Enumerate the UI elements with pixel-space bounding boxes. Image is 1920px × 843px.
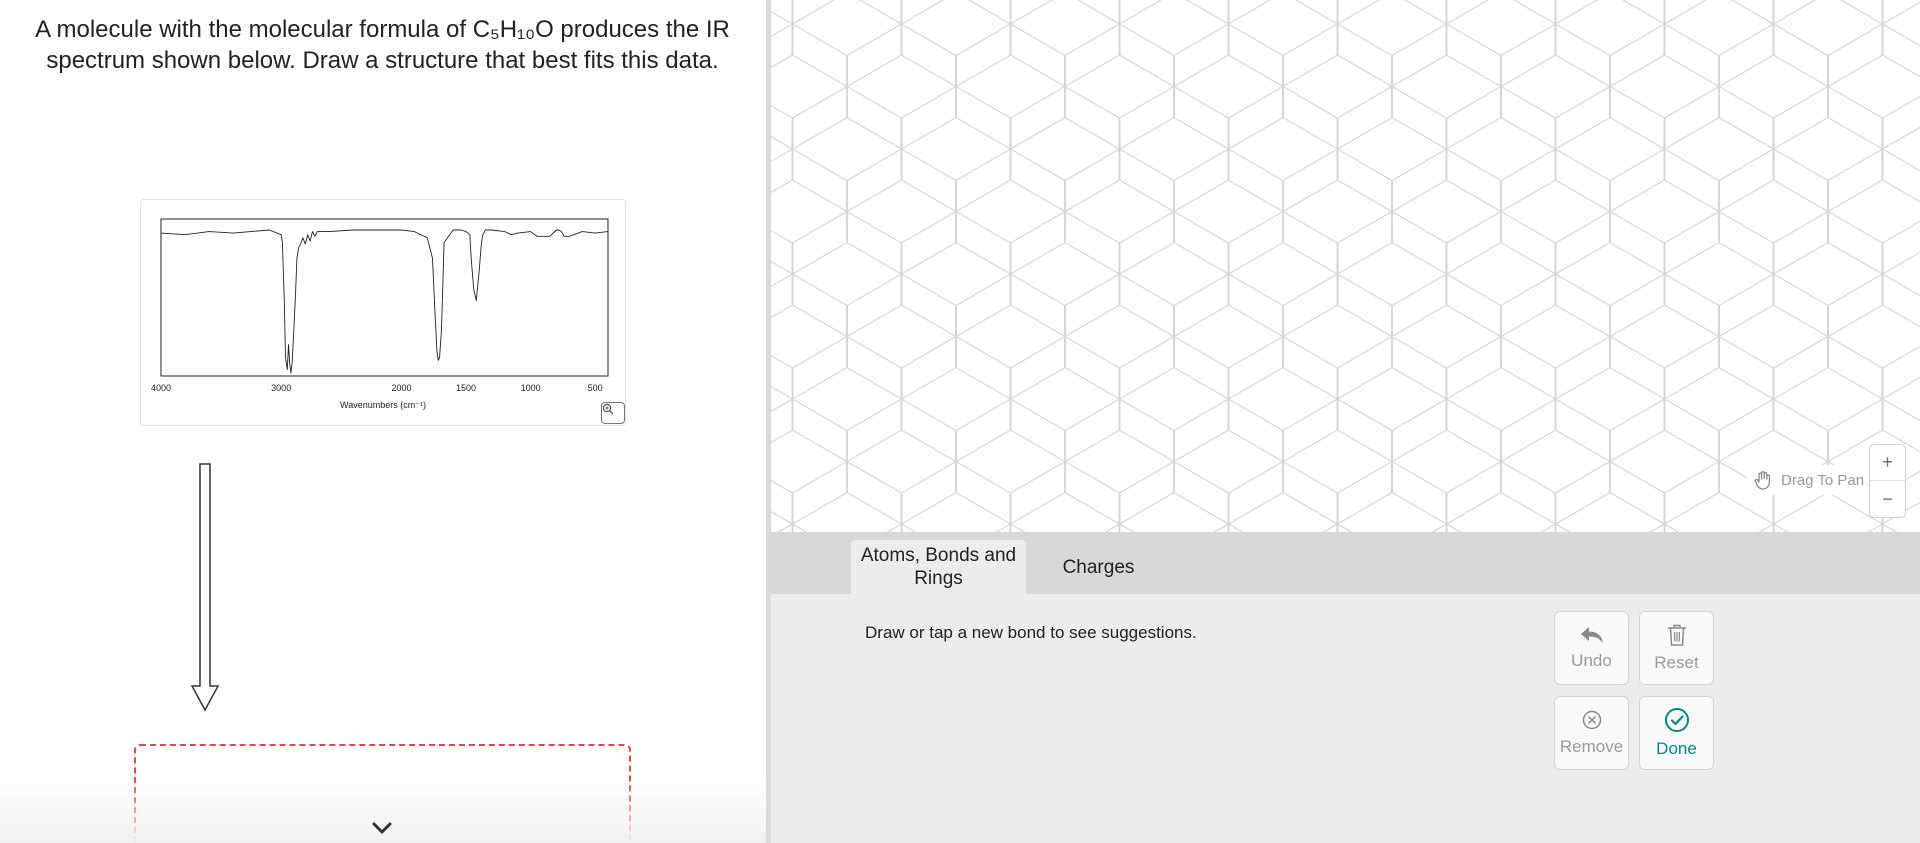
x-tick-label: 1500 xyxy=(456,383,476,393)
undo-label: Undo xyxy=(1571,651,1612,670)
x-tick-label: 3000 xyxy=(271,383,291,393)
tool-tabs: Atoms, Bonds and Rings Charges xyxy=(771,532,1920,594)
done-label: Done xyxy=(1656,739,1697,758)
grid-hexagon xyxy=(1882,345,1920,453)
grid-hexagon xyxy=(771,148,848,275)
drag-to-pan-label: Drag To Pan xyxy=(1781,471,1865,489)
x-tick-label: 4000 xyxy=(151,383,171,393)
remove-icon xyxy=(1582,710,1601,730)
canvas-zoom-controls: + − xyxy=(1869,444,1906,518)
grid-hexagon xyxy=(771,354,793,444)
grid-hexagon xyxy=(771,104,793,194)
down-arrow-icon xyxy=(190,463,220,712)
grid-hexagon xyxy=(1827,273,1920,400)
question-panel: A molecule with the molecular formula of… xyxy=(0,0,766,843)
grid-hexagon xyxy=(777,523,808,532)
drawing-tool-panel: Drag To Pan + − Atoms, Bonds and Rings C… xyxy=(771,0,1920,843)
grid-hexagon xyxy=(1827,148,1920,275)
undo-button[interactable]: Undo xyxy=(1554,611,1629,685)
zoom-out-button[interactable]: − xyxy=(1870,481,1905,517)
plot-frame xyxy=(160,218,609,377)
hand-icon xyxy=(1754,471,1771,490)
done-button[interactable]: Done xyxy=(1639,696,1714,770)
suggestion-message: Draw or tap a new bond to see suggestion… xyxy=(865,623,1197,642)
grid-hexagon xyxy=(1867,523,1898,532)
question-text: A molecule with the molecular formula of… xyxy=(35,16,730,74)
reset-label: Reset xyxy=(1654,653,1699,672)
x-axis-label: Wavenumbers (cm⁻¹) xyxy=(340,400,426,410)
x-tick-label: 1000 xyxy=(521,383,541,393)
trash-icon xyxy=(1667,624,1686,646)
tab-charges[interactable]: Charges xyxy=(1026,540,1171,594)
drawing-canvas[interactable]: Drag To Pan + − xyxy=(771,0,1920,532)
grid-hexagon xyxy=(1882,220,1920,328)
zoom-spectrum-button[interactable] xyxy=(601,402,625,424)
hexagon-grid xyxy=(771,0,1920,532)
undo-icon xyxy=(1580,627,1603,643)
grid-hexagon xyxy=(1882,95,1920,203)
x-tick-label: 2000 xyxy=(391,383,411,393)
check-circle-icon xyxy=(1664,708,1689,732)
chevron-down-icon[interactable] xyxy=(368,818,396,838)
grid-hexagon xyxy=(771,273,848,400)
reset-button[interactable]: Reset xyxy=(1639,611,1714,685)
ir-spectrum-card: 4000 3000 2000 1500 1000 500 Wavenumbers (cm⁻… xyxy=(140,199,626,426)
zoom-in-button[interactable]: + xyxy=(1870,445,1905,481)
zoom-in-icon xyxy=(602,403,614,415)
drag-to-pan-hint: Drag To Pan xyxy=(1747,465,1869,495)
grid-hexagon xyxy=(771,23,848,150)
grid-hexagon xyxy=(771,229,793,319)
grid-hexagon xyxy=(771,398,848,525)
grid-hexagon xyxy=(1827,23,1920,150)
spectrum-line-0 xyxy=(160,229,609,374)
remove-label: Remove xyxy=(1559,737,1624,756)
grid-hexagon xyxy=(1839,0,1920,25)
x-tick-label: 500 xyxy=(588,383,603,393)
grid-hexagon xyxy=(771,0,836,25)
tab-atoms-bonds-rings[interactable]: Atoms, Bonds and Rings xyxy=(851,540,1026,594)
remove-button[interactable]: Remove xyxy=(1554,696,1629,770)
ir-spectrum-chart: 4000 3000 2000 1500 1000 500 Wavenumbers (cm⁻… xyxy=(151,218,609,410)
